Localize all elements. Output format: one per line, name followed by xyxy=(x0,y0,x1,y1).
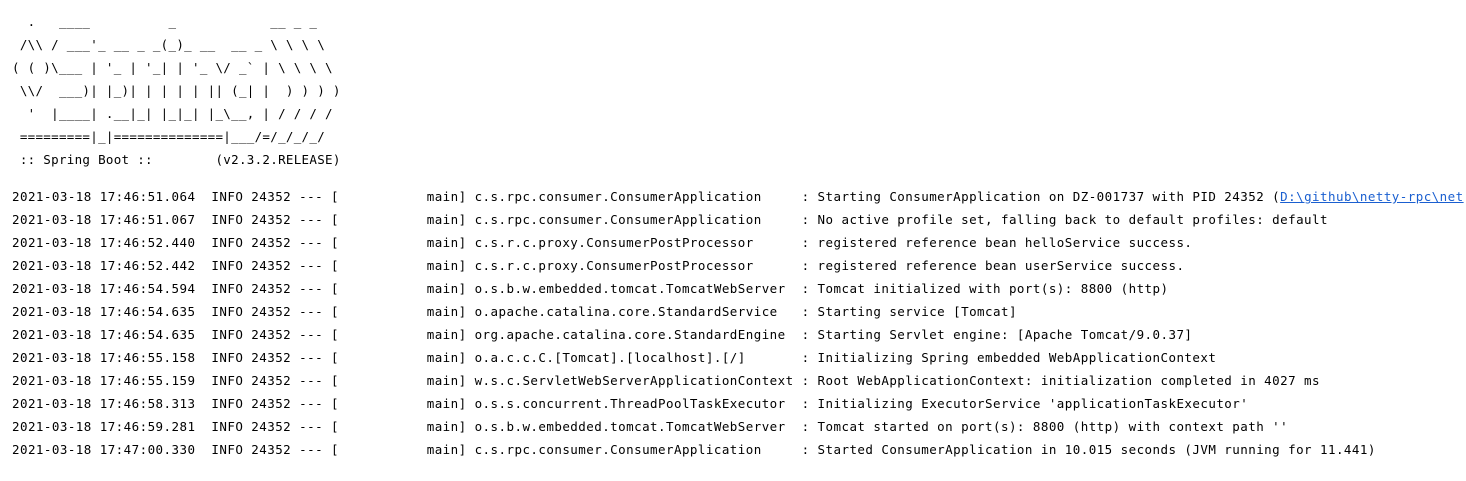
log-line: 2021-03-18 17:46:51.067 INFO 24352 --- [… xyxy=(12,212,1328,227)
spring-boot-ascii-banner: . ____ _ __ _ _ /\\ / ___'_ __ _ _(_)_ _… xyxy=(12,14,341,144)
source-path-link[interactable]: D:\github\netty-rpc\net xyxy=(1280,189,1463,204)
log-line: 2021-03-18 17:46:54.594 INFO 24352 --- [… xyxy=(12,281,1169,296)
log-line: 2021-03-18 17:46:51.064 INFO 24352 --- [… xyxy=(12,185,1466,208)
log-line: 2021-03-18 17:46:52.442 INFO 24352 --- [… xyxy=(12,258,1185,273)
log-line-text: 2021-03-18 17:46:51.064 INFO 24352 --- [… xyxy=(12,189,1281,204)
log-line: 2021-03-18 17:46:54.635 INFO 24352 --- [… xyxy=(12,327,1193,342)
log-line: 2021-03-18 17:46:52.440 INFO 24352 --- [… xyxy=(12,235,1193,250)
console-output[interactable]: . ____ _ __ _ _ /\\ / ___'_ __ _ _(_)_ _… xyxy=(12,10,1466,481)
log-line: 2021-03-18 17:46:59.281 INFO 24352 --- [… xyxy=(12,419,1289,434)
log-line: 2021-03-18 17:46:54.635 INFO 24352 --- [… xyxy=(12,304,1017,319)
log-line: 2021-03-18 17:46:55.159 INFO 24352 --- [… xyxy=(12,373,1321,388)
log-line: 2021-03-18 17:47:00.330 INFO 24352 --- [… xyxy=(12,442,1376,457)
log-line: 2021-03-18 17:46:58.313 INFO 24352 --- [… xyxy=(12,396,1249,411)
log-lines: 2021-03-18 17:46:51.064 INFO 24352 --- [… xyxy=(12,185,1466,461)
spring-boot-version-line: :: Spring Boot :: (v2.3.2.RELEASE) xyxy=(12,152,341,167)
log-line: 2021-03-18 17:46:55.158 INFO 24352 --- [… xyxy=(12,350,1217,365)
